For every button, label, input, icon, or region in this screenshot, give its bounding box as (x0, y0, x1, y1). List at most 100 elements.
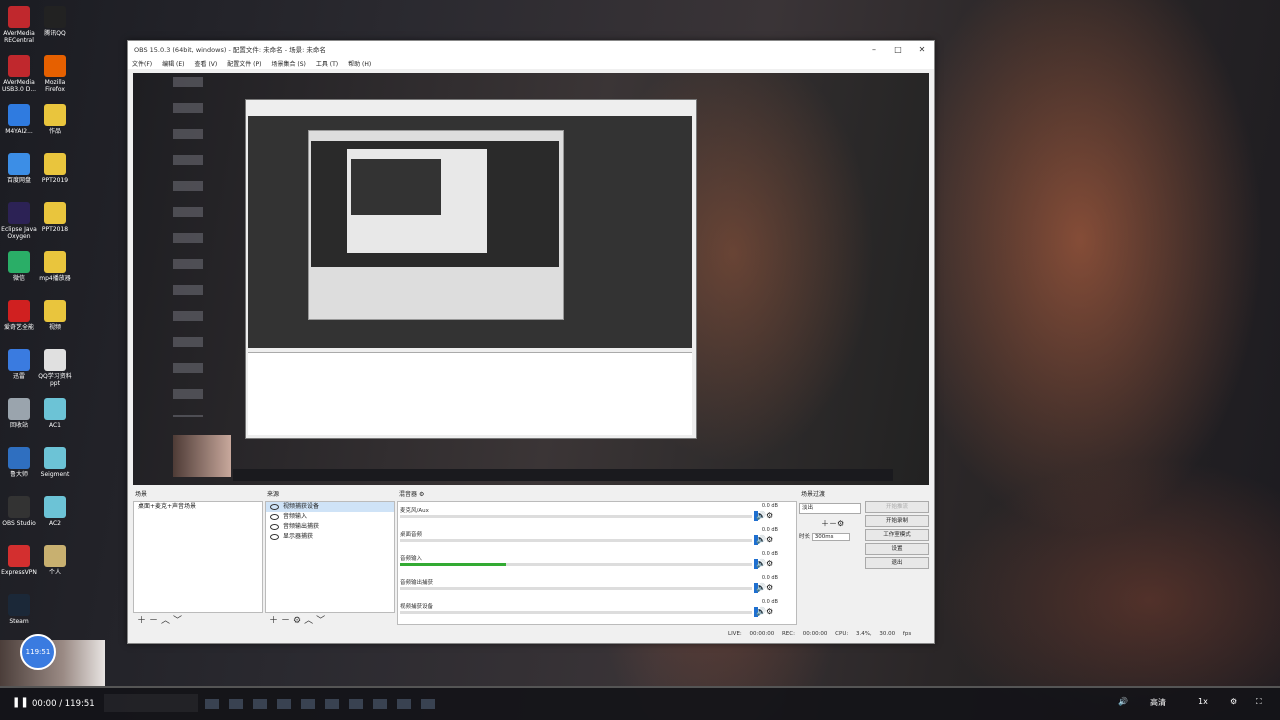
eye-icon[interactable] (270, 533, 279, 540)
desktop-icon[interactable]: 视频 (36, 300, 74, 331)
desktop-icon[interactable]: ExpressVPN (0, 545, 38, 576)
desktop-icon[interactable]: AVerMedia RECentral (0, 6, 38, 44)
duration-input[interactable]: 300ms (811, 533, 850, 541)
eye-icon[interactable] (270, 503, 279, 510)
mute-gear-icons[interactable]: 🔊⚙ (756, 535, 786, 544)
menu-profile[interactable]: 配置文件 (P) (227, 59, 261, 68)
desktop-icon[interactable]: mp4播放器 (36, 251, 74, 282)
speed-button[interactable]: 1x (1198, 697, 1208, 706)
scenes-toolbar[interactable]: ＋－︿﹀ (137, 613, 185, 626)
desktop-icon[interactable]: 爱奇艺全能 (0, 300, 38, 331)
mixer-label: 音频输入 (400, 556, 423, 562)
desktop-icon[interactable]: Seigment (36, 447, 74, 478)
sources-toolbar[interactable]: ＋－⚙︿﹀ (269, 613, 328, 626)
menu-edit[interactable]: 编辑 (E) (162, 59, 184, 68)
desktop-icon[interactable]: 腾讯QQ (36, 6, 74, 37)
mixer-row: 音频输出捕获 0.0 dB 🔊⚙ (398, 574, 796, 598)
volume-meter (400, 611, 752, 614)
app-icon (44, 6, 66, 28)
quality-button[interactable]: 高清 (1150, 697, 1166, 708)
transitions-header: 场景过渡 (801, 491, 826, 498)
duration-row: 时长 300ms (799, 532, 861, 541)
source-item[interactable]: 音频输出捕获 (266, 522, 394, 532)
eye-icon[interactable] (270, 523, 279, 530)
desktop-icon[interactable]: 百度网盘 (0, 153, 38, 184)
preview-canvas[interactable] (133, 73, 929, 485)
app-icon (44, 398, 66, 420)
desktop-icon[interactable]: 作品 (36, 104, 74, 135)
desktop-icon-label: 视频 (48, 324, 61, 331)
desktop-icon[interactable]: 回收站 (0, 398, 38, 429)
mute-gear-icons[interactable]: 🔊⚙ (756, 559, 786, 568)
play-icon[interactable]: ❚❚ (12, 697, 29, 708)
menu-tools[interactable]: 工具 (T) (316, 59, 338, 68)
desktop-icon[interactable]: PPT2018 (36, 202, 74, 233)
desktop-icon[interactable]: Eclipse Java Oxygen (0, 202, 38, 240)
desktop-icon[interactable]: 鲁大师 (0, 447, 38, 478)
mute-gear-icons[interactable]: 🔊⚙ (756, 511, 786, 520)
transition-tools[interactable]: ＋－⚙ (821, 518, 861, 529)
taskbar-search[interactable] (104, 694, 198, 712)
desktop-icon[interactable]: Steam (0, 594, 38, 625)
desktop-icon[interactable]: AC2 (36, 496, 74, 527)
taskbar-apps[interactable] (205, 699, 445, 712)
mixer-label: 麦克风/Aux (400, 508, 429, 514)
playback-time: 00:00 / 119:51 (32, 699, 95, 709)
obs-window: OBS 15.0.3 (64bit, windows) - 配置文件: 未命名 … (127, 40, 935, 644)
app-icon (44, 545, 66, 567)
desktop-icon-label: M4YAI2... (5, 128, 33, 135)
app-icon (8, 594, 30, 616)
mute-gear-icons[interactable]: 🔊⚙ (756, 607, 786, 616)
mute-gear-icons[interactable]: 🔊⚙ (756, 583, 786, 592)
app-icon (44, 496, 66, 518)
start-streaming-button[interactable]: 开始推流 (865, 501, 929, 513)
mixer-label: 视频捕获设备 (400, 604, 434, 610)
app-icon (8, 545, 30, 567)
scene-item[interactable]: 桌面+麦克+声音场景 (134, 502, 262, 512)
settings-icon[interactable]: ⚙ (1230, 697, 1237, 706)
volume-icon[interactable]: 🔊 (1118, 697, 1128, 706)
eye-icon[interactable] (270, 513, 279, 520)
studio-mode-button[interactable]: 工作室模式 (865, 529, 929, 541)
minimize-icon[interactable]: – (862, 45, 886, 54)
source-item[interactable]: 显示器捕获 (266, 532, 394, 542)
menu-scene-collection[interactable]: 场景集合 (S) (271, 59, 305, 68)
obs-titlebar[interactable]: OBS 15.0.3 (64bit, windows) - 配置文件: 未命名 … (128, 41, 934, 57)
menu-file[interactable]: 文件(F) (132, 59, 152, 68)
settings-button[interactable]: 设置 (865, 543, 929, 555)
app-icon (44, 55, 66, 77)
desktop-icon-label: AVerMedia USB3.0 D... (1, 79, 37, 93)
source-item[interactable]: 视频捕获设备 (266, 502, 394, 512)
desktop-icon[interactable]: 迅雷 (0, 349, 38, 380)
desktop-icon[interactable]: 个人 (36, 545, 74, 576)
taskbar: ❚❚ 00:00 / 119:51 🔊 高清 1x ⚙ ⛶ (0, 688, 1280, 720)
desktop-icon[interactable]: PPT2019 (36, 153, 74, 184)
desktop-icon[interactable]: AVerMedia USB3.0 D... (0, 55, 38, 93)
mixer-row: 麦克风/Aux 0.0 dB 🔊⚙ (398, 502, 796, 526)
start-recording-button[interactable]: 开始录制 (865, 515, 929, 527)
exit-button[interactable]: 退出 (865, 557, 929, 569)
desktop-icon[interactable]: AC1 (36, 398, 74, 429)
preview-webcam (173, 435, 231, 477)
gear-icon[interactable]: ⚙ (419, 491, 424, 498)
desktop-icon-label: AC1 (48, 422, 61, 429)
mixer-db: 0.0 dB (761, 527, 778, 533)
window-title: OBS 15.0.3 (64bit, windows) - 配置文件: 未命名 … (134, 46, 326, 54)
app-icon (8, 202, 30, 224)
desktop-icon[interactable]: Mozilla Firefox (36, 55, 74, 93)
desktop-icon[interactable]: M4YAI2... (0, 104, 38, 135)
fullscreen-icon[interactable]: ⛶ (1256, 697, 1262, 707)
desktop-icon[interactable]: OBS Studio (0, 496, 38, 527)
source-item[interactable]: 音频输入 (266, 512, 394, 522)
desktop-icon[interactable]: 微信 (0, 251, 38, 282)
transition-select[interactable]: 淡出 (799, 503, 861, 514)
desktop-icon-label: 爱奇艺全能 (3, 324, 34, 331)
desktop-icon-label: QQ学习资料ppt (38, 373, 72, 387)
desktop-icon-label: 微信 (12, 275, 25, 282)
maximize-icon[interactable]: □ (886, 45, 910, 54)
menu-help[interactable]: 帮助 (H) (348, 59, 371, 68)
volume-meter (400, 539, 752, 542)
desktop-icon[interactable]: QQ学习资料ppt (36, 349, 74, 387)
menu-view[interactable]: 查看 (V) (195, 59, 218, 68)
close-icon[interactable]: ✕ (910, 45, 934, 54)
